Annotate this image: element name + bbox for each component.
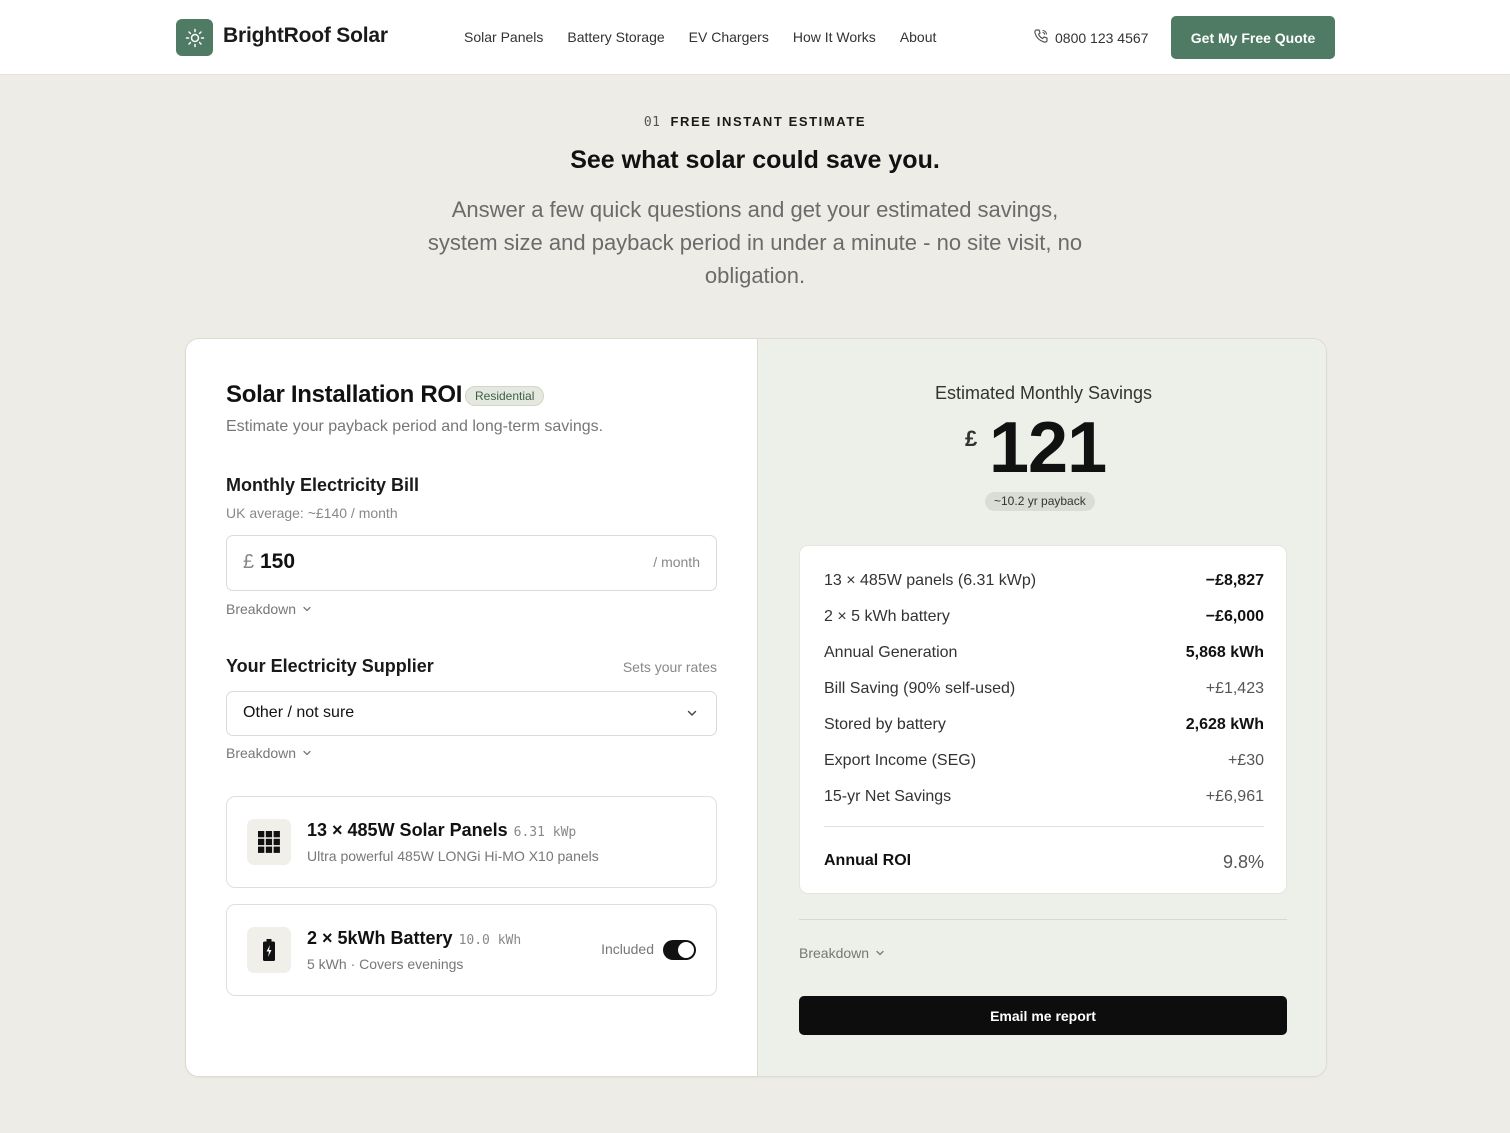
included-label: Included [601,941,654,957]
results-breakdown-list: 13 × 485W panels (6.31 kWp) −£8,827 2 × 5… [799,545,1287,894]
supplier-label: Your Electricity Supplier [226,656,434,676]
roi-value: 9.8% [1222,852,1264,872]
calculator-subtitle: Estimate your payback period and long-te… [226,418,604,435]
results-panel: Estimated Monthly Savings £ 121 ~10.2 yr… [757,339,1326,1076]
chevron-down-icon [302,601,312,617]
row-value: 5,868 kWh [1185,644,1264,661]
result-row: Export Income (SEG) +£30 [824,752,1264,770]
row-value: +£30 [1227,752,1264,769]
row-value: +£1,423 [1205,680,1264,697]
bill-hint: UK average: ~£140 / month [226,505,398,521]
supplier-selected-value: Other / not sure [243,704,355,721]
annual-roi-row: Annual ROI 9.8% [824,852,1264,873]
step-number: 01 [643,115,661,130]
nav-about[interactable]: About [900,29,937,45]
battery-name: 2 × 5kWh Battery [307,928,453,948]
row-label: Export Income (SEG) [824,752,977,769]
breakdown-label: Breakdown [226,601,297,617]
result-row: 13 × 485W panels (6.31 kWp) −£8,827 [824,572,1264,590]
email-report-button[interactable]: Email me report [799,996,1287,1035]
battery-spec: 10.0 kWh [458,933,522,948]
solar-panels-option[interactable]: 13 × 485W Solar Panels 6.31 kWp Ultra pow… [226,796,717,888]
result-row: Stored by battery 2,628 kWh [824,716,1264,734]
phone-link[interactable]: 0800 123 4567 [1033,28,1148,47]
battery-included-toggle[interactable] [663,940,696,960]
nav-how-it-works[interactable]: How It Works [793,29,876,45]
bill-unit: / month [653,554,700,570]
battery-description: 5 kWh · Covers evenings [307,956,464,972]
row-value: −£6,000 [1205,608,1264,625]
savings-currency: £ [965,426,978,451]
chevron-down-icon [875,945,885,961]
main-nav: Solar Panels Battery Storage EV Chargers… [464,29,960,45]
row-label: 15-yr Net Savings [824,788,952,805]
solar-panel-icon [247,819,291,865]
chevron-down-icon [686,706,698,724]
nav-battery-storage[interactable]: Battery Storage [567,29,664,45]
battery-icon [247,927,291,973]
calculator-inputs-panel: Solar Installation ROI Residential Estim… [186,339,757,1076]
roi-label: Annual ROI [824,852,912,869]
phone-number: 0800 123 4567 [1055,29,1149,46]
hero-eyebrow: 01 FREE INSTANT ESTIMATE [0,114,1510,130]
result-row: 2 × 5 kWh battery −£6,000 [824,608,1264,626]
savings-label: Estimated Monthly Savings [934,383,1153,403]
roi-calculator-card: Solar Installation ROI Residential Estim… [185,338,1327,1077]
battery-title: 2 × 5kWh Battery 10.0 kWh [307,928,521,949]
supplier-breakdown-toggle[interactable]: Breakdown [226,745,312,761]
divider [799,919,1287,920]
battery-option[interactable]: 2 × 5kWh Battery 10.0 kWh 5 kWh · Covers … [226,904,717,996]
result-row: Annual Generation 5,868 kWh [824,644,1264,662]
row-value: 2,628 kWh [1185,716,1264,733]
residential-badge: Residential [465,386,545,406]
panels-description: Ultra powerful 485W LONGi Hi-MO X10 pane… [307,848,599,864]
calculator-title: Solar Installation ROI [226,381,463,408]
top-navbar: BrightRoof Solar Solar Panels Battery St… [0,0,1510,75]
hero-subtitle: Answer a few quick questions and get you… [427,197,1083,288]
row-label: Annual Generation [824,644,958,661]
toggle-knob [678,942,694,958]
result-row: 15-yr Net Savings +£6,961 [824,788,1264,806]
nav-ev-chargers[interactable]: EV Chargers [689,29,769,45]
row-label: 2 × 5 kWh battery [824,608,950,625]
breakdown-label: Breakdown [226,745,297,761]
get-quote-button[interactable]: Get My Free Quote [1171,16,1335,59]
chevron-down-icon [302,745,312,761]
row-label: Stored by battery [824,716,946,733]
nav-solar-panels[interactable]: Solar Panels [464,29,543,45]
results-breakdown-toggle[interactable]: Breakdown [799,945,885,961]
breakdown-label: Breakdown [799,945,870,961]
sun-icon[interactable] [176,19,213,56]
savings-amount: 121 [989,408,1107,488]
phone-icon [1033,28,1049,47]
divider [824,826,1264,827]
result-row: Bill Saving (90% self-used) +£1,423 [824,680,1264,698]
row-value: +£6,961 [1205,788,1264,805]
panels-title: 13 × 485W Solar Panels 6.31 kWp [307,820,576,841]
bill-value[interactable]: 150 [260,550,295,574]
supplier-hint: Sets your rates [622,659,717,675]
monthly-bill-input[interactable]: £ 150 / month [226,535,717,591]
payback-badge: ~10.2 yr payback [985,492,1095,511]
bill-label: Monthly Electricity Bill [226,475,420,495]
brand-name[interactable]: BrightRoof Solar [223,24,388,48]
panels-name: 13 × 485W Solar Panels [307,820,508,840]
row-label: 13 × 485W panels (6.31 kWp) [824,572,1037,589]
bill-breakdown-toggle[interactable]: Breakdown [226,601,312,617]
panels-spec: 6.31 kWp [513,825,577,840]
supplier-select[interactable]: Other / not sure [226,691,717,736]
eyebrow-text: FREE INSTANT ESTIMATE [670,114,867,129]
currency-symbol: £ [243,551,255,573]
row-label: Bill Saving (90% self-used) [824,680,1016,697]
row-value: −£8,827 [1205,572,1264,589]
hero-title: See what solar could save you. [570,146,940,174]
